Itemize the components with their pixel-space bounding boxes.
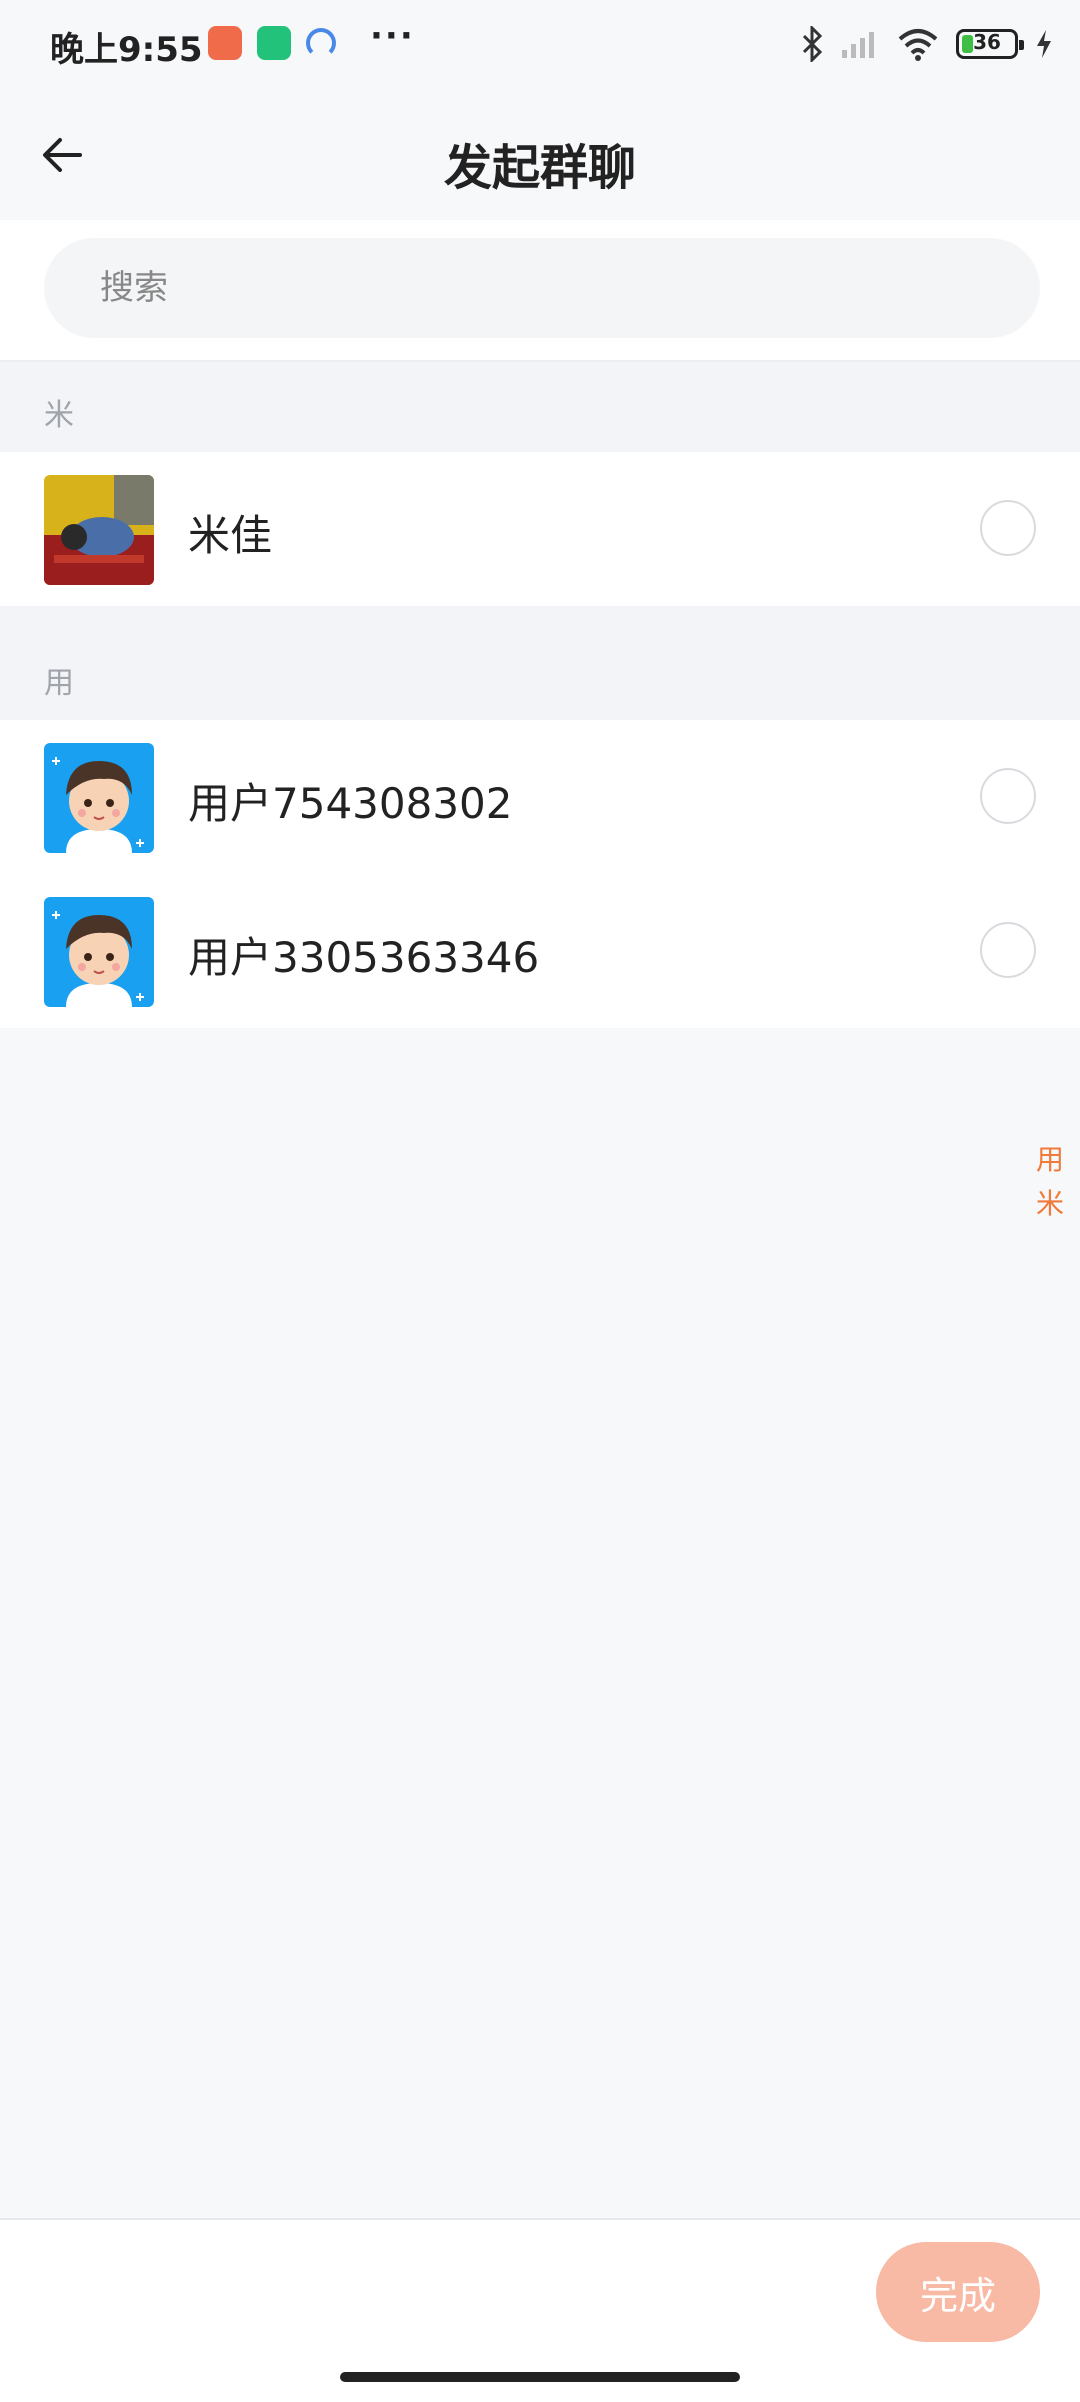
- status-bar: 晚上9:55 ··· 36: [0, 0, 1080, 90]
- section-header-mi: 米: [0, 362, 1080, 452]
- avatar: [44, 743, 154, 853]
- avatar: [44, 475, 154, 585]
- search-input[interactable]: [44, 238, 1040, 338]
- select-radio[interactable]: [980, 500, 1036, 556]
- search-bar: [0, 220, 1080, 362]
- done-button[interactable]: 完成: [876, 2242, 1040, 2342]
- section-letter: 米: [44, 398, 74, 433]
- more-notifications-icon: ···: [370, 16, 415, 56]
- avatar: [44, 897, 154, 1007]
- charging-icon: [1037, 30, 1051, 58]
- wifi-icon: [898, 29, 938, 61]
- status-time: 晚上9:55: [50, 30, 203, 70]
- contact-row[interactable]: 用户754308302: [0, 720, 1080, 874]
- contact-row[interactable]: 米佳: [0, 452, 1080, 606]
- page-title: 发起群聊: [443, 140, 636, 196]
- section-letter: 用: [44, 666, 74, 701]
- orange-app-icon: [208, 26, 242, 60]
- contact-name: 用户754308302: [188, 779, 513, 828]
- battery-level: 36: [973, 30, 1001, 54]
- contact-name: 用户3305363346: [188, 933, 540, 982]
- top-navigation-bar: 发起群聊: [0, 90, 1080, 220]
- signal-icon: [842, 32, 874, 58]
- contact-name: 米佳: [188, 511, 273, 560]
- index-letter-yong[interactable]: 用: [1032, 1138, 1068, 1182]
- blue-app-icon: [306, 28, 336, 58]
- contact-row[interactable]: 用户3305363346: [0, 874, 1080, 1028]
- section-header-yong: 用: [0, 606, 1080, 720]
- alphabet-index: 用 米: [1032, 1138, 1068, 1226]
- select-radio[interactable]: [980, 768, 1036, 824]
- green-app-icon: [257, 26, 291, 60]
- battery-icon: 36: [956, 29, 1024, 59]
- bluetooth-icon: [802, 26, 823, 62]
- status-icons: 36: [800, 22, 1054, 66]
- index-letter-mi[interactable]: 米: [1032, 1182, 1068, 1226]
- select-radio[interactable]: [980, 922, 1036, 978]
- home-indicator[interactable]: [340, 2372, 740, 2382]
